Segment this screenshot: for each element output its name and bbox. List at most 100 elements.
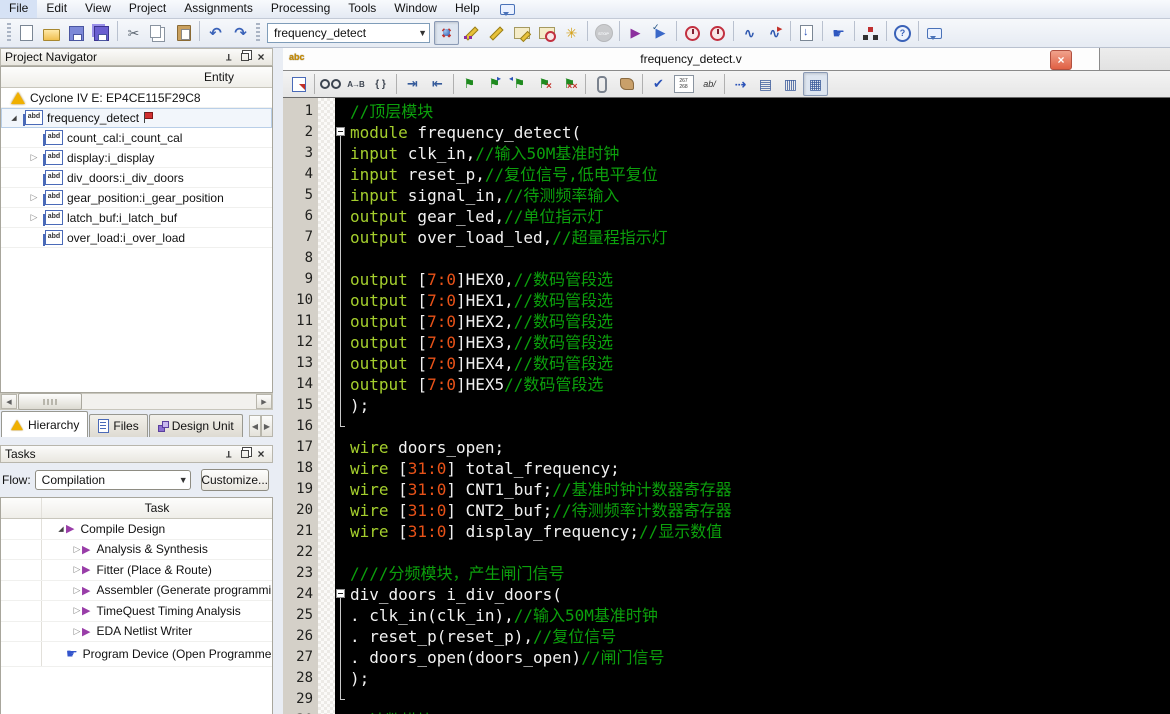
feedback-icon[interactable] [495,0,520,21]
replace-button[interactable] [343,72,368,96]
code-line[interactable]: . reset_p(reset_p),//复位信号 [335,626,1170,647]
task-arrow-icon[interactable]: ▷ [72,626,82,637]
code-line[interactable] [335,416,1170,437]
syntax-check-button[interactable] [646,72,671,96]
code-line[interactable]: wire [31:0] CNT1_buf;//基准时钟计数器寄存器 [335,479,1170,500]
task-row-analysis-synthesis[interactable]: ▷ ▶ Analysis & Synthesis [1,539,272,560]
attach-file-button[interactable] [589,72,614,96]
outline-list-button[interactable] [753,72,778,96]
timequest-report-button[interactable] [705,21,730,45]
tree-row-display[interactable]: ▷ abd display:i_display [1,148,272,168]
menu-tools[interactable]: Tools [339,0,385,18]
code-line[interactable]: //计数模块 [335,710,1170,714]
undo-button[interactable] [203,21,228,45]
code-line[interactable]: ); [335,668,1170,689]
eda-netlist-button[interactable] [559,21,584,45]
code-line[interactable]: output [7:0]HEX3,//数码管段选 [335,332,1170,353]
flow-combobox[interactable]: Compilation ▼ [34,470,191,490]
bookmark-delete-all-button[interactable] [557,72,582,96]
tree-row-count_cal[interactable]: abd count_cal:i_count_cal [1,128,272,148]
simulation-button[interactable] [737,21,762,45]
code-line[interactable]: wire [31:0] CNT2_buf;//待测频率计数器寄存器 [335,500,1170,521]
code-line[interactable]: output [7:0]HEX4,//数码管段选 [335,353,1170,374]
outline-formatted-button[interactable] [803,72,828,96]
code-line[interactable]: wire [31:0] total_frequency; [335,458,1170,479]
code-editor[interactable]: 1 2 3 4 5 6 7 8 9 10 11 12 13 14 15 16 17 18 19 20 21 22 23 24 2… [283,98,1170,714]
open-file-button[interactable] [39,21,64,45]
stop-button[interactable] [591,21,616,45]
code-line[interactable]: output gear_led,//单位指示灯 [335,206,1170,227]
tree-arrow-icon[interactable]: ▷ [29,212,39,223]
macro-button[interactable] [614,72,639,96]
task-row-eda-netlist-writer[interactable]: ▷ ▶ EDA Netlist Writer [1,621,272,642]
cut-button[interactable] [121,21,146,45]
code-line[interactable]: wire [31:0] display_frequency;//显示数值 [335,521,1170,542]
simulation-2-button[interactable] [762,21,787,45]
menu-file[interactable]: File [0,0,38,18]
task-column-header[interactable]: Task [1,498,272,519]
tab-scroll-right-icon[interactable]: ▶ [261,415,273,437]
customize-button[interactable]: Customize... [200,469,269,491]
code-line[interactable]: output [7:0]HEX2,//数码管段选 [335,311,1170,332]
classic-timing-button[interactable] [534,21,559,45]
tab-hierarchy[interactable]: Hierarchy [1,411,89,437]
task-arrow-icon[interactable]: ▷ [72,605,82,616]
timequest-button[interactable] [680,21,705,45]
analysis-synthesis-button[interactable] [459,21,484,45]
code-line[interactable] [335,689,1170,710]
line-counter-button[interactable]: 267 268 [671,72,696,96]
scroll-right-icon[interactable]: ▶ [256,394,272,409]
task-arrow-icon[interactable]: ▷ [72,585,82,596]
start-analysis-button[interactable] [648,21,673,45]
fold-collapse-icon[interactable] [336,589,345,598]
code-line[interactable]: ////分频模块，产生闸门信号 [335,563,1170,584]
help-button[interactable] [890,21,915,45]
start-compilation-button[interactable] [623,21,648,45]
bookmark-previous-button[interactable] [507,72,532,96]
entity-combobox[interactable]: frequency_detect ▼ [267,23,430,43]
fitter-button[interactable] [484,21,509,45]
outdent-button[interactable] [425,72,450,96]
task-arrow-icon[interactable]: ▷ [72,544,82,555]
code-line[interactable]: div_doors i_div_doors( [335,584,1170,605]
new-file-button[interactable] [14,21,39,45]
save-all-button[interactable] [89,21,114,45]
code-line[interactable]: output over_load_led,//超量程指示灯 [335,227,1170,248]
save-button[interactable] [64,21,89,45]
float-icon[interactable] [238,51,252,64]
task-row-fitter-place-route-[interactable]: ▷ ▶ Fitter (Place & Route) [1,560,272,581]
menu-window[interactable]: Window [385,0,446,18]
bookmark-toggle-button[interactable] [457,72,482,96]
code-lines[interactable]: //顶层模块 module frequency_detect(input clk_… [335,101,1170,714]
match-braces-button[interactable] [368,72,393,96]
bookmark-margin[interactable] [318,98,335,714]
task-row-program-device-open-programmer-[interactable]: ☛ Program Device (Open Programmer) [1,642,272,667]
find-button[interactable] [318,72,343,96]
code-line[interactable]: input clk_in,//输入50M基准时钟 [335,143,1170,164]
page-export-button[interactable] [794,21,819,45]
tree-row-gear_position[interactable]: ▷ abd gear_position:i_gear_position [1,188,272,208]
code-line[interactable]: //顶层模块 [335,101,1170,122]
code-line[interactable]: wire doors_open; [335,437,1170,458]
code-line[interactable]: output [7:0]HEX0,//数码管段选 [335,269,1170,290]
task-row-assembler-generate-programming[interactable]: ▷ ▶ Assembler (Generate programming [1,580,272,601]
tree-row-latch_buf[interactable]: ▷ abd latch_buf:i_latch_buf [1,208,272,228]
pin-icon[interactable] [222,448,236,461]
scroll-left-icon[interactable]: ◀ [1,394,17,409]
file-options-button[interactable] [286,72,311,96]
tree-arrow-icon[interactable]: ◢ [9,114,19,122]
tab-scroll-left-icon[interactable]: ◀ [249,415,261,437]
redo-button[interactable] [228,21,253,45]
editor-close-icon[interactable]: × [1050,50,1072,70]
menu-assignments[interactable]: Assignments [175,0,262,18]
float-icon[interactable] [238,448,252,461]
entity-column-header[interactable]: Entity [1,67,272,88]
goto-button[interactable] [728,72,753,96]
tree-row-over_load[interactable]: abd over_load:i_over_load [1,228,272,248]
project-navigator-hscrollbar[interactable]: ◀ ▶ [0,393,273,410]
tab-design-unit[interactable]: Design Unit [148,414,243,437]
tree-row-device[interactable]: Cyclone IV E: EP4CE115F29C8 [1,88,272,108]
code-line[interactable]: . doors_open(doors_open)//闸门信号 [335,647,1170,668]
pin-icon[interactable] [222,51,236,64]
tree-row-div_doors[interactable]: abd div_doors:i_div_doors [1,168,272,188]
